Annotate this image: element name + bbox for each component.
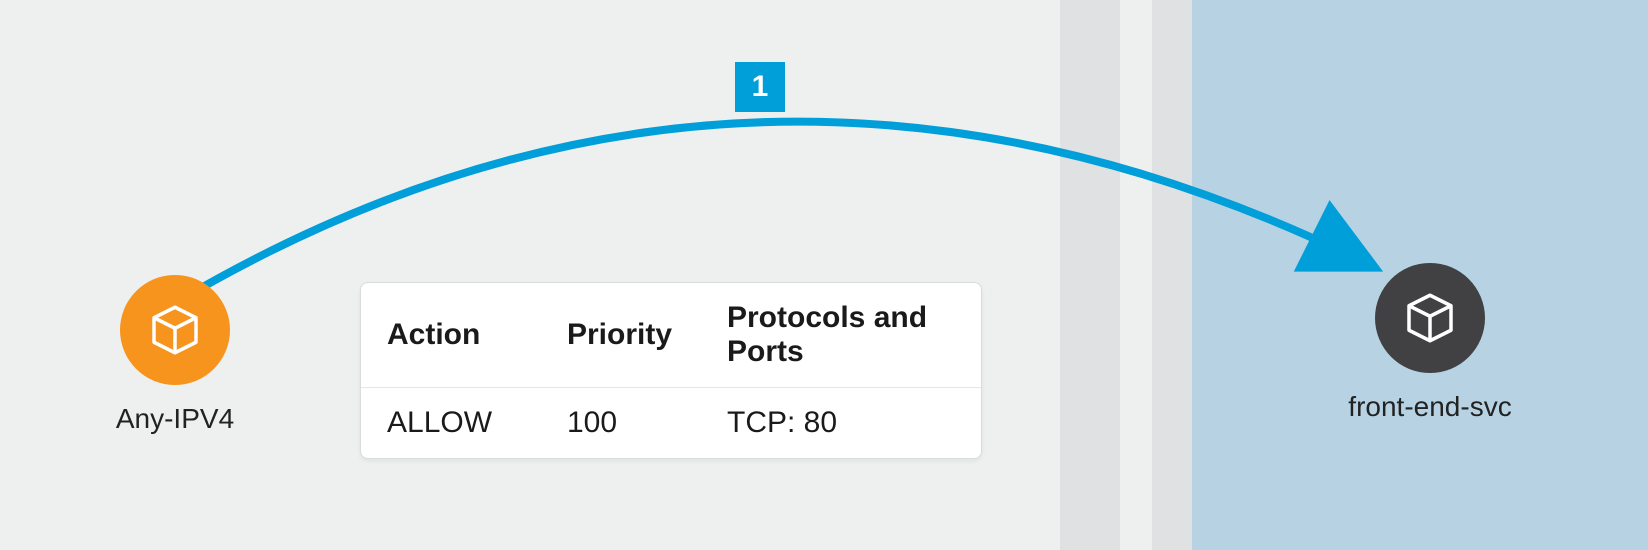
- node-destination-label: front-end-svc: [1330, 391, 1530, 423]
- table-row: ALLOW 100 TCP: 80: [361, 388, 981, 458]
- rule-table: Action Priority Protocols and Ports ALLO…: [360, 282, 982, 459]
- table-header-priority: Priority: [567, 318, 727, 352]
- node-destination[interactable]: front-end-svc: [1330, 263, 1530, 423]
- table-cell-protocols: TCP: 80: [727, 406, 955, 440]
- table-header-action: Action: [387, 318, 567, 352]
- cube-icon: [1402, 290, 1458, 346]
- table-header-row: Action Priority Protocols and Ports: [361, 283, 981, 388]
- table-cell-priority: 100: [567, 406, 727, 440]
- background-band: [1152, 0, 1192, 550]
- background-band: [1060, 0, 1120, 550]
- cube-icon: [147, 302, 203, 358]
- background-band: [1120, 0, 1152, 550]
- node-destination-disc: [1375, 263, 1485, 373]
- connection-badge: 1: [735, 62, 785, 112]
- node-source-disc: [120, 275, 230, 385]
- table-header-protocols: Protocols and Ports: [727, 301, 955, 369]
- node-source-label: Any-IPV4: [85, 403, 265, 435]
- diagram-canvas: 1 Any-IPV4 front-end-svc: [0, 0, 1648, 550]
- table-cell-action: ALLOW: [387, 406, 567, 440]
- node-source[interactable]: Any-IPV4: [85, 275, 265, 435]
